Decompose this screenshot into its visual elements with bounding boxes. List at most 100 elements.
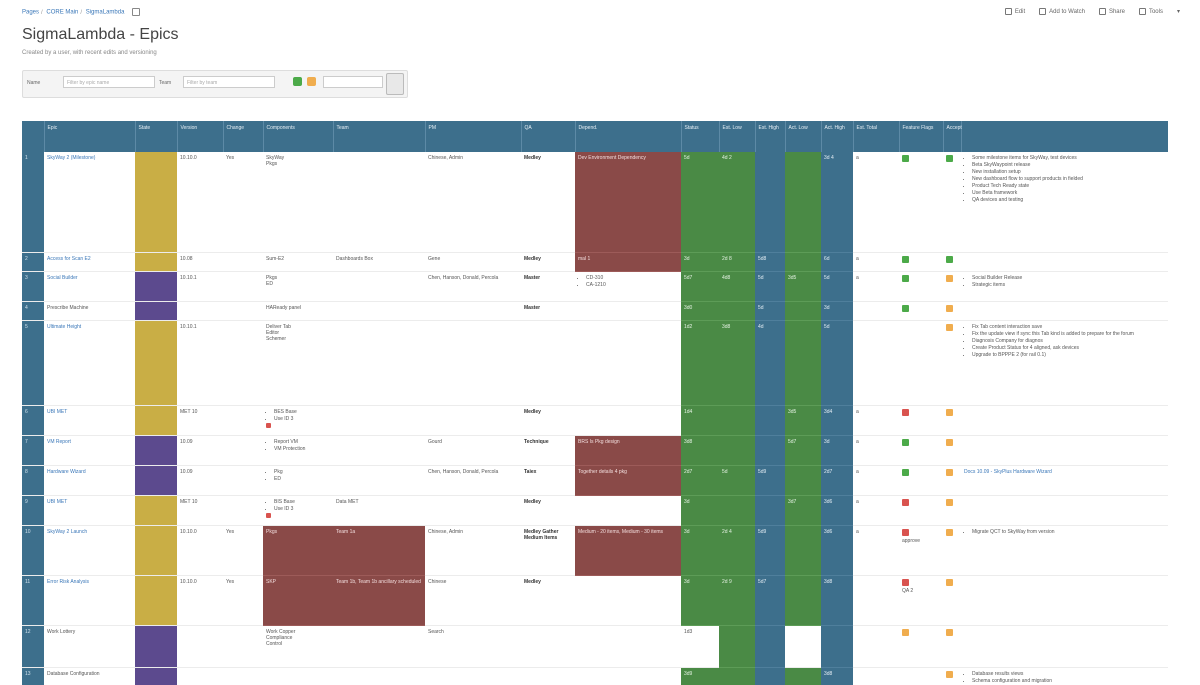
edit-button[interactable]: Edit — [1004, 8, 1025, 15]
tools-button[interactable]: Tools — [1138, 8, 1163, 15]
epic-cell: UBI MET — [44, 495, 135, 526]
priority-icon[interactable] — [946, 498, 953, 506]
column-header-0[interactable] — [22, 121, 45, 152]
epic-link[interactable]: UBI MET — [47, 499, 67, 505]
status-act-high — [785, 625, 821, 668]
epic-link[interactable]: UBI MET — [47, 409, 67, 415]
accept-status-icon[interactable] — [902, 468, 909, 476]
column-header-13[interactable]: Act. Low — [785, 121, 822, 152]
column-header-18[interactable] — [961, 121, 1168, 152]
filter-extra-input[interactable] — [323, 76, 383, 88]
table-row: 6UBI MET MET 10 BES BaseUse ID 3 Medley 1d4 3… — [22, 405, 1168, 436]
state-cell[interactable] — [135, 271, 177, 302]
column-header-1[interactable]: Epic — [44, 121, 136, 152]
state-cell[interactable] — [135, 465, 177, 496]
epic-link[interactable]: Hardware Wizard — [47, 469, 86, 475]
column-header-12[interactable]: Est. High — [755, 121, 786, 152]
filter-team-input[interactable]: Filter by team — [183, 76, 275, 88]
column-header-8[interactable]: QA — [521, 121, 576, 152]
priority-icon[interactable] — [946, 468, 953, 476]
column-header-14[interactable]: Act. High — [821, 121, 854, 152]
qa-cell: Medley — [521, 152, 575, 253]
page-title: SigmaLambda - Epics — [22, 26, 179, 43]
column-header-4[interactable]: Change — [223, 121, 264, 152]
epic-link[interactable]: SkyWay 2 Launch — [47, 529, 87, 535]
priority-icon[interactable] — [946, 408, 953, 416]
column-header-11[interactable]: Est. Low — [719, 121, 756, 152]
state-cell[interactable] — [135, 525, 177, 576]
column-header-16[interactable]: Feature Flags — [899, 121, 944, 152]
orange-filter-chip[interactable] — [307, 77, 316, 86]
column-header-10[interactable]: Status — [681, 121, 720, 152]
state-cell[interactable] — [135, 625, 177, 668]
state-cell[interactable] — [135, 435, 177, 466]
status-act-low: 5d7 — [755, 575, 785, 626]
priority-icon[interactable] — [946, 670, 953, 678]
epic-cell: Hardware Wizard — [44, 465, 135, 496]
filter-name-input[interactable]: Filter by epic name — [63, 76, 155, 88]
change-cell — [223, 301, 263, 321]
status-act-low: 5d9 — [755, 465, 785, 496]
list-item: Schema configuration and migration — [972, 678, 1165, 684]
status-est-high: 2d 9 — [719, 575, 755, 626]
notes-cell — [961, 435, 1168, 466]
state-cell[interactable] — [135, 152, 177, 253]
accept-status-icon[interactable] — [902, 408, 909, 416]
status-total: 5d — [821, 271, 853, 302]
priority-icon[interactable] — [946, 255, 953, 263]
watch-button[interactable]: Add to Watch — [1039, 8, 1085, 15]
notes-link[interactable]: Docs 10.09 - SkyPlus Hardware Wizard — [964, 469, 1052, 475]
state-cell[interactable] — [135, 575, 177, 626]
share-button[interactable]: Share — [1098, 8, 1125, 15]
epic-link[interactable]: Ultimate Height — [47, 324, 81, 330]
column-header-5[interactable]: Components — [263, 121, 334, 152]
state-cell[interactable] — [135, 667, 177, 685]
breadcrumb-item-sigmalambda[interactable]: SigmaLambda — [86, 10, 125, 16]
epic-link[interactable]: Error Risk Analysis — [47, 579, 89, 585]
column-header-17[interactable]: Accept — [943, 121, 962, 152]
epic-link[interactable]: SkyWay 2 (Milestone) — [47, 155, 95, 161]
accept-status-icon[interactable] — [902, 304, 909, 312]
priority-icon[interactable] — [946, 304, 953, 312]
state-cell[interactable] — [135, 405, 177, 436]
state-cell[interactable] — [135, 320, 177, 406]
priority-icon[interactable] — [946, 578, 953, 586]
filter-apply-button[interactable] — [386, 73, 404, 95]
state-cell[interactable] — [135, 252, 177, 272]
status-total: 3d8 — [821, 667, 853, 685]
accept-status-icon[interactable] — [902, 528, 909, 536]
accept-status-icon[interactable] — [902, 438, 909, 446]
team-cell — [333, 271, 425, 302]
accept-status-icon[interactable] — [902, 578, 909, 586]
chevron-down-icon[interactable]: ▾ — [1177, 8, 1180, 15]
column-header-3[interactable]: Version — [177, 121, 224, 152]
priority-icon[interactable] — [946, 155, 953, 162]
breadcrumb-item-core[interactable]: CORE Main — [46, 10, 78, 16]
green-filter-chip[interactable] — [293, 77, 302, 86]
column-header-2[interactable]: State — [135, 121, 178, 152]
priority-icon[interactable] — [946, 528, 953, 536]
accept-status-icon[interactable] — [902, 628, 909, 636]
components-cell: PkgED — [263, 465, 333, 496]
state-cell[interactable] — [135, 301, 177, 321]
breadcrumb-item-pages[interactable]: Pages — [22, 10, 39, 16]
status-est-high: 5d — [719, 465, 755, 496]
cell-line: HAReady panel — [266, 304, 302, 311]
priority-icon[interactable] — [946, 438, 953, 446]
column-header-6[interactable]: Team — [333, 121, 426, 152]
accept-status-icon[interactable] — [902, 155, 909, 162]
accept-status-icon[interactable] — [902, 498, 909, 506]
epic-link[interactable]: Access for Scan E2 — [47, 256, 91, 262]
state-cell[interactable] — [135, 495, 177, 526]
priority-icon[interactable] — [946, 274, 953, 282]
column-header-7[interactable]: PM — [425, 121, 522, 152]
priority-icon[interactable] — [946, 628, 953, 636]
pin-icon[interactable] — [132, 8, 141, 16]
priority-icon[interactable] — [946, 323, 953, 331]
epic-link[interactable]: Social Builder — [47, 275, 78, 281]
accept-status-icon[interactable] — [902, 255, 909, 263]
column-header-9[interactable]: Depend. — [575, 121, 682, 152]
epic-link[interactable]: VM Report — [47, 439, 71, 445]
accept-status-icon[interactable] — [902, 274, 909, 282]
column-header-15[interactable]: Est. Total — [853, 121, 900, 152]
